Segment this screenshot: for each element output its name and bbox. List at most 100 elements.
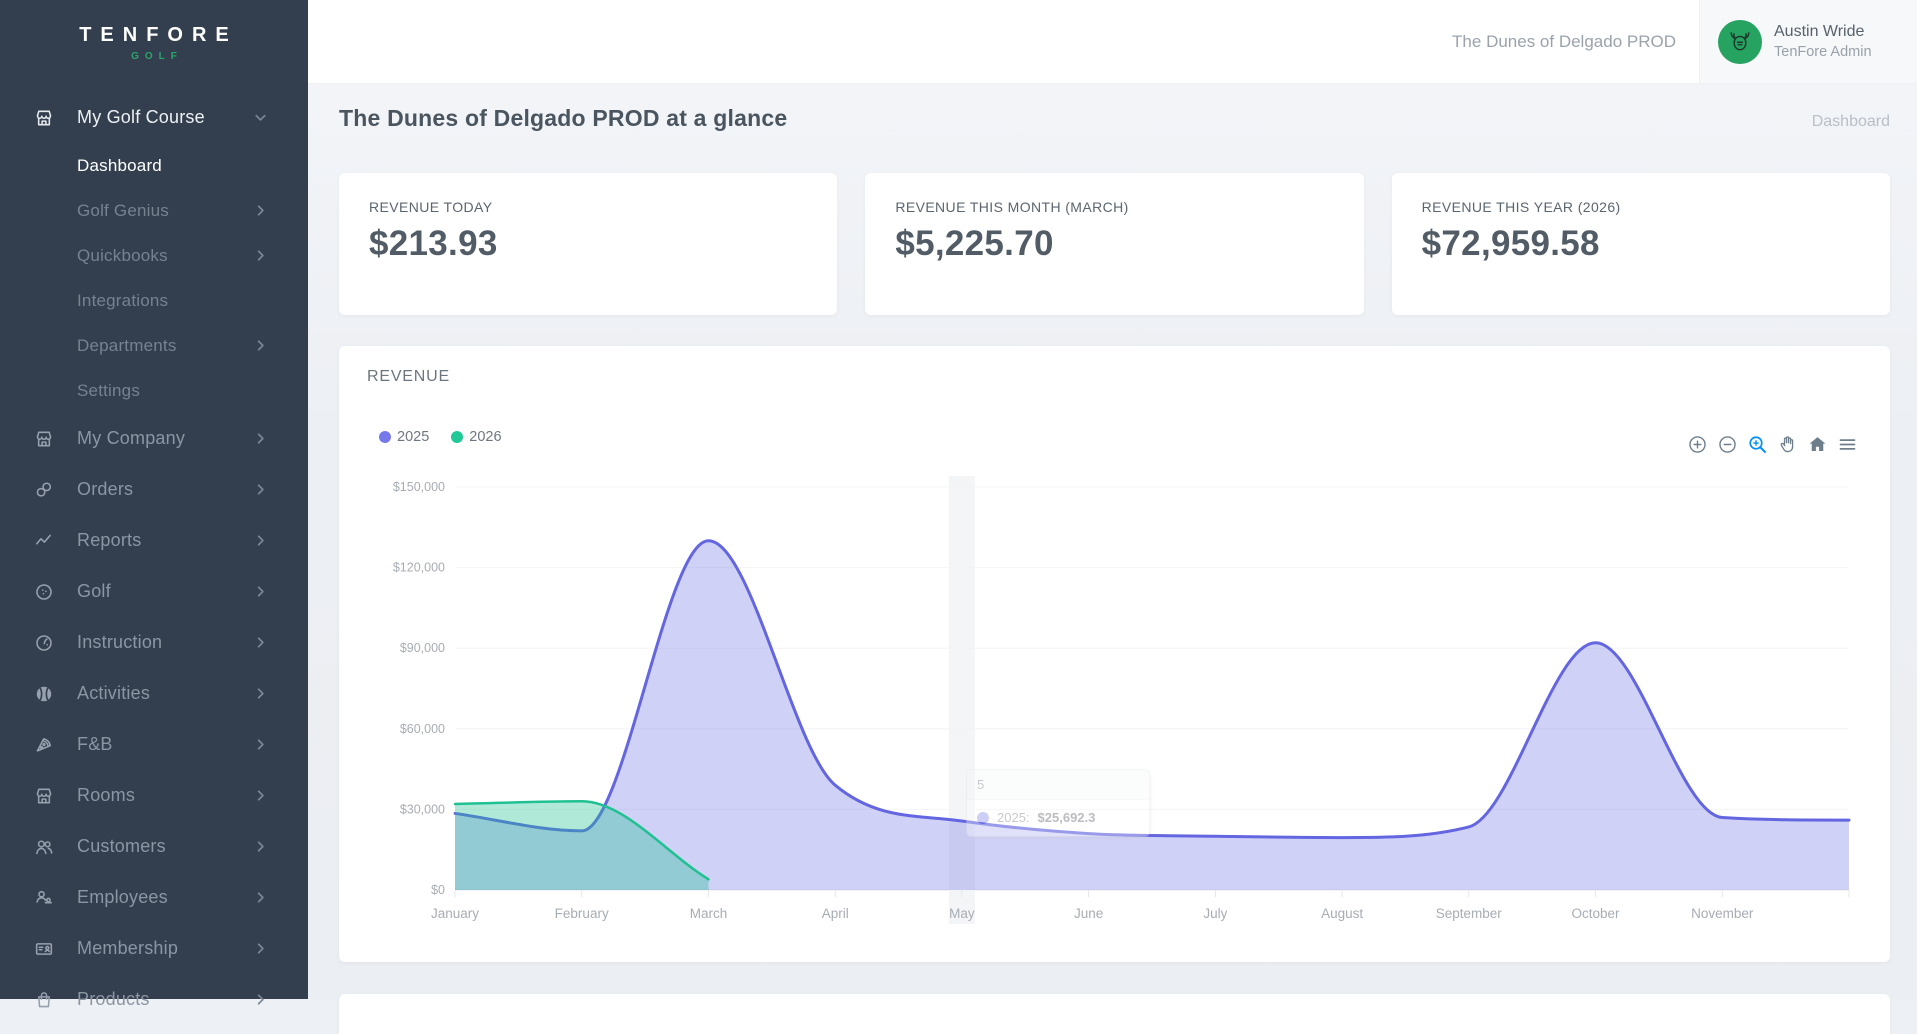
sidebar-item-integrations[interactable]: Integrations [0, 278, 308, 323]
sidebar-item-membership[interactable]: Membership [0, 923, 308, 974]
storefront-icon [34, 108, 54, 128]
stat-label: REVENUE TODAY [369, 199, 807, 215]
tooltip-series-label: 2025: [997, 810, 1030, 825]
legend-dot-icon [379, 431, 391, 443]
stat-value: $213.93 [369, 224, 807, 264]
x-axis-label: March [690, 906, 728, 921]
menu-icon[interactable] [1837, 434, 1858, 455]
main-content: The Dunes of Delgado PROD at a glance Da… [308, 83, 1917, 999]
y-axis-label: $60,000 [400, 722, 445, 736]
sidebar-item-orders[interactable]: Orders [0, 464, 308, 515]
user-name: Austin Wride [1774, 23, 1864, 40]
sidebar-item-label: Membership [77, 938, 178, 959]
y-axis-label: $120,000 [393, 561, 445, 575]
instruction-ball-icon [34, 633, 54, 653]
chevron-right-icon [253, 248, 268, 263]
pan-icon[interactable] [1777, 434, 1798, 455]
sidebar-item-label: Golf [77, 581, 111, 602]
sidebar-item-label: Dashboard [77, 156, 162, 176]
chart-title: REVENUE [367, 368, 450, 386]
sidebar-item-activities[interactable]: Activities [0, 668, 308, 719]
x-axis-label: May [949, 906, 975, 921]
sidebar-item-f-b[interactable]: F&B [0, 719, 308, 770]
sidebar-item-label: Employees [77, 887, 168, 908]
stat-label: REVENUE THIS YEAR (2026) [1422, 199, 1860, 215]
chevron-right-icon [253, 686, 268, 701]
sidebar-item-instruction[interactable]: Instruction [0, 617, 308, 668]
x-axis-label: October [1571, 906, 1620, 921]
sidebar-item-departments[interactable]: Departments [0, 323, 308, 368]
chart-tooltip: 5 2025: $25,692.3 [966, 769, 1150, 837]
page-title: The Dunes of Delgado PROD at a glance [339, 105, 787, 132]
trend-icon [34, 531, 54, 551]
legend-item-2026[interactable]: 2026 [451, 429, 501, 445]
sidebar-item-my-golf-course[interactable]: My Golf Course [0, 92, 308, 143]
chevron-right-icon [253, 635, 268, 650]
sidebar-item-customers[interactable]: Customers [0, 821, 308, 872]
topbar: The Dunes of Delgado PROD Austin Wride T… [308, 0, 1917, 84]
zoom-out-icon[interactable] [1717, 434, 1738, 455]
user-role: TenFore Admin [1774, 44, 1872, 60]
employee-icon [34, 888, 54, 908]
chevron-right-icon [253, 941, 268, 956]
sidebar: TENFORE GOLF My Golf Course Dashboard Go… [0, 0, 308, 999]
area-2025 [455, 541, 1849, 890]
course-context-label: The Dunes of Delgado PROD [1452, 32, 1676, 52]
sidebar-item-label: Departments [77, 336, 177, 356]
breadcrumb: Dashboard [1812, 113, 1890, 131]
chevron-right-icon [253, 992, 268, 1007]
y-axis-label: $90,000 [400, 641, 445, 655]
chevron-right-icon [253, 533, 268, 548]
x-axis-label: January [431, 906, 479, 921]
sidebar-item-products[interactable]: Products [0, 974, 308, 1025]
dashboard-page: TENFORE GOLF My Golf Course Dashboard Go… [0, 0, 1917, 999]
sidebar-item-label: Orders [77, 479, 133, 500]
sidebar-item-label: My Company [77, 428, 185, 449]
sidebar-item-label: My Golf Course [77, 107, 205, 128]
sidebar-item-rooms[interactable]: Rooms [0, 770, 308, 821]
y-axis-label: $30,000 [400, 802, 445, 816]
sidebar-item-golf-genius[interactable]: Golf Genius [0, 188, 308, 233]
title-row: The Dunes of Delgado PROD at a glance Da… [339, 105, 1890, 132]
sidebar-item-dashboard[interactable]: Dashboard [0, 143, 308, 188]
x-axis-label: April [822, 906, 849, 921]
sidebar-item-reports[interactable]: Reports [0, 515, 308, 566]
chevron-right-icon [253, 203, 268, 218]
chevron-right-icon [253, 338, 268, 353]
tooltip-title: 5 [967, 770, 1149, 800]
home-icon[interactable] [1807, 434, 1828, 455]
x-axis-label: July [1203, 906, 1227, 921]
chart-legend: 2025 2026 [379, 429, 502, 445]
shopping-bag-icon [34, 990, 54, 1010]
user-menu[interactable]: Austin Wride TenFore Admin [1699, 0, 1917, 83]
tooltip-value: $25,692.3 [1038, 810, 1096, 825]
brand-name: TENFORE [0, 24, 308, 47]
revenue-area-chart[interactable]: $0$30,000$60,000$90,000$120,000$150,000J… [359, 464, 1859, 944]
x-axis-label: November [1691, 906, 1754, 921]
sidebar-item-label: Customers [77, 836, 166, 857]
zoom-in-icon[interactable] [1687, 434, 1708, 455]
sidebar-item-label: F&B [77, 734, 113, 755]
chevron-right-icon [253, 431, 268, 446]
sidebar-item-label: Golf Genius [77, 201, 169, 221]
moose-avatar-icon [1718, 20, 1762, 64]
chevron-right-icon [253, 584, 268, 599]
stat-card-revenue-today: REVENUE TODAY $213.93 [339, 173, 837, 315]
chevron-right-icon [253, 737, 268, 752]
x-axis-label: September [1436, 906, 1503, 921]
sidebar-item-quickbooks[interactable]: Quickbooks [0, 233, 308, 278]
stat-card-revenue-this-month-march: REVENUE THIS MONTH (MARCH) $5,225.70 [865, 173, 1363, 315]
chevron-right-icon [253, 890, 268, 905]
sidebar-item-golf[interactable]: Golf [0, 566, 308, 617]
selection-zoom-icon[interactable] [1747, 434, 1768, 455]
sidebar-item-employees[interactable]: Employees [0, 872, 308, 923]
sidebar-item-settings[interactable]: Settings [0, 368, 308, 413]
chevron-right-icon [253, 839, 268, 854]
stat-value: $72,959.58 [1422, 224, 1860, 264]
legend-item-2025[interactable]: 2025 [379, 429, 429, 445]
x-axis-label: June [1074, 906, 1103, 921]
sidebar-item-my-company[interactable]: My Company [0, 413, 308, 464]
sidebar-item-label: Activities [77, 683, 150, 704]
pizza-icon [34, 735, 54, 755]
tooltip-row: 2025: $25,692.3 [967, 800, 1149, 836]
